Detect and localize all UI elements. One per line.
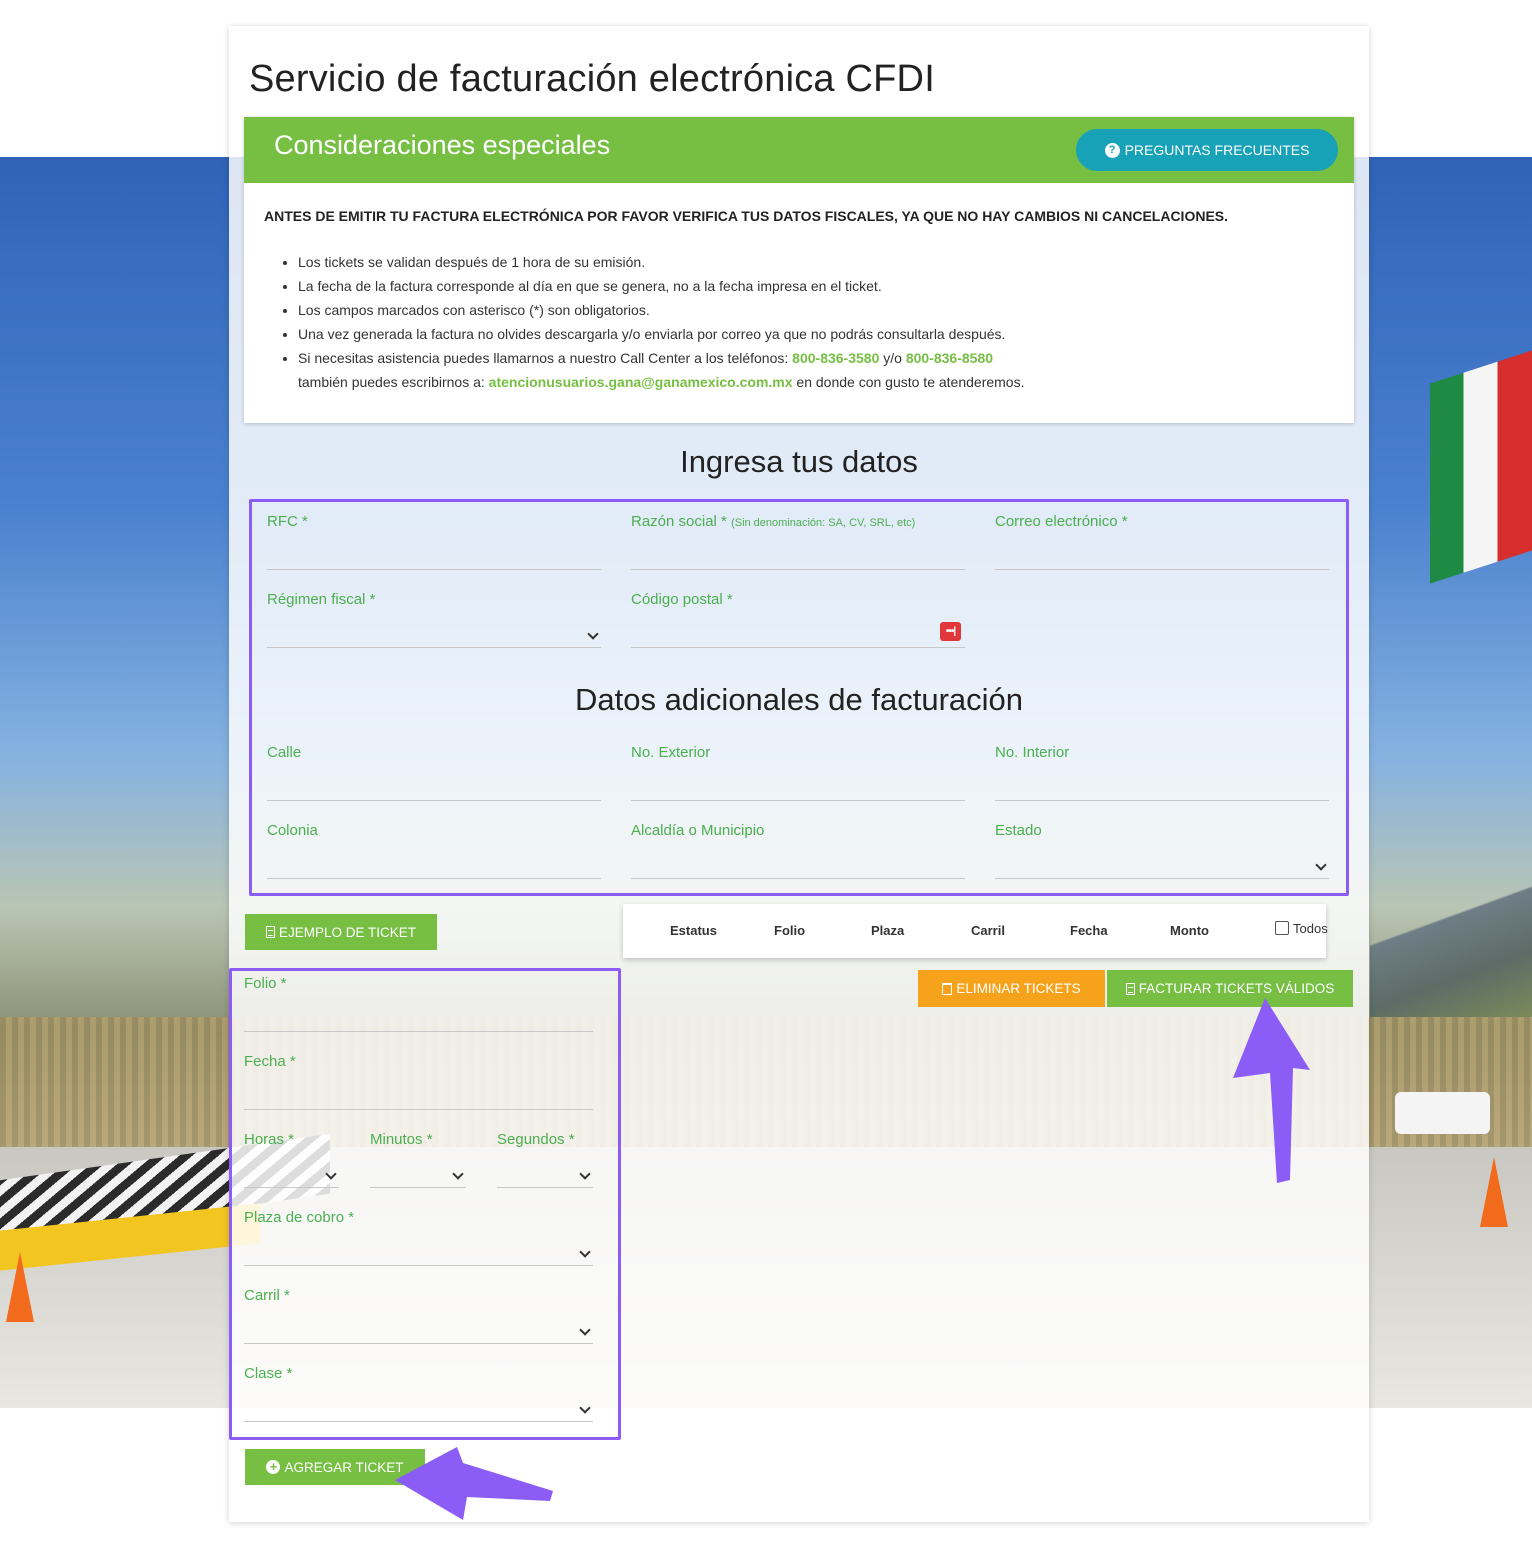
considerations-panel: Consideraciones especiales ? PREGUNTAS F… bbox=[244, 117, 1354, 423]
column-header: Monto bbox=[1170, 923, 1209, 938]
list-item-contact: Si necesitas asistencia puedes llamarnos… bbox=[298, 346, 1328, 394]
main-card: Servicio de facturación electrónica CFDI… bbox=[229, 26, 1369, 1522]
delete-tickets-button[interactable]: ELIMINAR TICKETS bbox=[918, 970, 1105, 1007]
column-header: Plaza bbox=[871, 923, 905, 938]
password-manager-icon[interactable]: •••| bbox=[940, 622, 961, 641]
faq-button-label: PREGUNTAS FRECUENTES bbox=[1124, 142, 1310, 158]
mexican-flag-shape bbox=[1430, 350, 1532, 584]
column-header: Folio bbox=[774, 923, 806, 938]
phone-link-2[interactable]: 800-836-8580 bbox=[906, 350, 993, 366]
colonia-field[interactable]: Colonia bbox=[267, 822, 601, 879]
cone-shape bbox=[6, 1252, 34, 1322]
tickets-table-header: Estatus Folio Plaza Carril Fecha Monto T… bbox=[623, 904, 1328, 958]
chevron-down-icon bbox=[452, 1168, 464, 1180]
estado-select[interactable]: Estado bbox=[995, 822, 1329, 879]
minutes-select[interactable]: Minutos * bbox=[370, 1131, 466, 1188]
select-all-checkbox[interactable] bbox=[1275, 921, 1289, 935]
cone-shape bbox=[1480, 1157, 1508, 1227]
considerations-header: Consideraciones especiales ? PREGUNTAS F… bbox=[244, 117, 1354, 183]
faq-button[interactable]: ? PREGUNTAS FRECUENTES bbox=[1076, 129, 1338, 171]
calle-field[interactable]: Calle bbox=[267, 744, 601, 801]
postal-code-field[interactable]: Código postal * •••| bbox=[631, 591, 965, 648]
section-title-additional: Datos adicionales de facturación bbox=[574, 682, 1024, 717]
truck-shape bbox=[1395, 1092, 1490, 1134]
chevron-down-icon bbox=[579, 1324, 591, 1336]
page-title: Servicio de facturación electrónica CFDI bbox=[249, 58, 935, 100]
question-icon: ? bbox=[1104, 142, 1120, 158]
municipio-field[interactable]: Alcaldía o Municipio bbox=[631, 822, 965, 879]
folio-field[interactable]: Folio * bbox=[244, 975, 593, 1032]
regimen-fiscal-select[interactable]: Régimen fiscal * bbox=[267, 591, 601, 648]
list-item: Los campos marcados con asterisco (*) so… bbox=[298, 298, 1328, 322]
list-item: La fecha de la factura corresponde al dí… bbox=[298, 274, 1328, 298]
considerations-title: Consideraciones especiales bbox=[274, 130, 611, 160]
list-item: Los tickets se validan después de 1 hora… bbox=[298, 250, 1328, 274]
column-header: Estatus bbox=[670, 923, 717, 938]
document-icon bbox=[265, 926, 275, 938]
fecha-field[interactable]: Fecha * bbox=[244, 1053, 593, 1110]
select-all-label: Todos bbox=[1293, 921, 1328, 936]
left-arrow-annotation-icon bbox=[395, 1447, 553, 1520]
email-field[interactable]: Correo electrónico * bbox=[995, 513, 1329, 570]
considerations-warning: ANTES DE EMITIR TU FACTURA ELECTRÓNICA P… bbox=[264, 208, 1229, 224]
mountain-shape bbox=[1370, 857, 1532, 1017]
up-arrow-annotation-icon bbox=[1233, 998, 1310, 1183]
document-icon bbox=[1125, 982, 1135, 995]
phone-link-1[interactable]: 800-836-3580 bbox=[792, 350, 879, 366]
considerations-list: Los tickets se validan después de 1 hora… bbox=[298, 250, 1328, 394]
column-header: Fecha bbox=[1070, 923, 1108, 938]
section-title-data: Ingresa tus datos bbox=[680, 444, 918, 479]
razon-social-field[interactable]: Razón social * (Sin denominación: SA, CV… bbox=[631, 513, 965, 570]
rfc-field[interactable]: RFC * bbox=[267, 513, 601, 570]
trash-icon bbox=[942, 982, 953, 995]
plus-circle-icon: + bbox=[266, 1460, 281, 1474]
chevron-down-icon bbox=[325, 1168, 337, 1180]
interior-number-field[interactable]: No. Interior bbox=[995, 744, 1329, 801]
exterior-number-field[interactable]: No. Exterior bbox=[631, 744, 965, 801]
column-header: Carril bbox=[971, 923, 1005, 938]
carril-select[interactable]: Carril * bbox=[244, 1287, 593, 1344]
chevron-down-icon bbox=[579, 1168, 591, 1180]
plaza-select[interactable]: Plaza de cobro * bbox=[244, 1209, 593, 1266]
chevron-down-icon bbox=[1315, 859, 1327, 871]
seconds-select[interactable]: Segundos * bbox=[497, 1131, 593, 1188]
clase-select[interactable]: Clase * bbox=[244, 1365, 593, 1422]
chevron-down-icon bbox=[587, 628, 599, 640]
chevron-down-icon bbox=[579, 1402, 591, 1414]
chevron-down-icon bbox=[579, 1246, 591, 1258]
ticket-example-button[interactable]: EJEMPLO DE TICKET bbox=[245, 914, 437, 950]
list-item: Una vez generada la factura no olvides d… bbox=[298, 322, 1328, 346]
email-link[interactable]: atencionusuarios.gana@ganamexico.com.mx bbox=[489, 374, 793, 390]
hours-select[interactable]: Horas * bbox=[244, 1131, 339, 1188]
